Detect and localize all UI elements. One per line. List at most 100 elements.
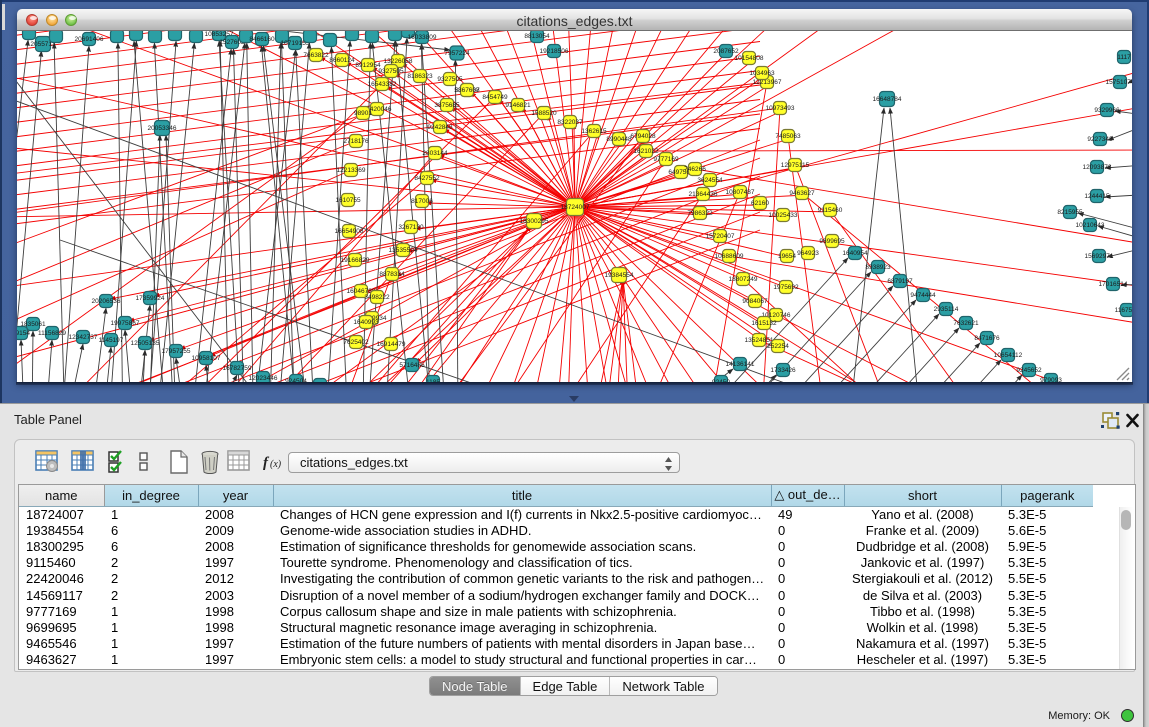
svg-text:9245652: 9245652	[1016, 367, 1042, 374]
svg-text:12213369: 12213369	[337, 167, 366, 174]
svg-text:18724007: 18724007	[561, 204, 590, 211]
svg-text:10210643: 10210643	[1076, 222, 1105, 229]
svg-text:7485063: 7485063	[775, 133, 801, 140]
svg-text:1640954: 1640954	[842, 250, 868, 257]
svg-text:7625402: 7625402	[343, 339, 369, 346]
svg-text:8186323: 8186323	[407, 73, 433, 80]
svg-text:1034963: 1034963	[749, 70, 775, 77]
svg-text:3624554: 3624554	[697, 177, 723, 184]
svg-text:9084067: 9084067	[742, 298, 768, 305]
svg-text:8215955: 8215955	[1057, 209, 1083, 216]
svg-text:8466160: 8466160	[249, 36, 275, 43]
svg-text:17016514: 17016514	[1099, 281, 1128, 288]
svg-text:9329966: 9329966	[1094, 107, 1120, 114]
svg-text:5716485: 5716485	[399, 362, 425, 369]
svg-text:10688609: 10688609	[715, 253, 744, 260]
svg-text:8938923: 8938923	[865, 264, 891, 271]
svg-text:9777169: 9777169	[653, 156, 679, 163]
svg-text:19654: 19654	[778, 253, 796, 260]
svg-text:9146821: 9146821	[505, 102, 531, 109]
svg-text:6794028: 6794028	[630, 133, 656, 140]
svg-text:9474444: 9474444	[910, 292, 936, 299]
svg-text:18300295: 18300295	[520, 218, 549, 225]
svg-text:8990448: 8990448	[606, 136, 632, 143]
svg-text:19384554: 19384554	[605, 272, 634, 279]
svg-text:8471676: 8471676	[974, 335, 1000, 342]
svg-text:8878334: 8878334	[379, 271, 405, 278]
svg-text:11156829: 11156829	[38, 330, 66, 337]
svg-text:39154: 39154	[17, 330, 30, 337]
svg-text:964923: 964923	[797, 250, 819, 257]
svg-text:16033809: 16033809	[408, 34, 437, 41]
svg-text:10958107: 10958107	[192, 355, 221, 362]
svg-text:20053346: 20053346	[148, 125, 177, 132]
svg-text:1733426: 1733426	[770, 367, 796, 374]
svg-text:19975867: 19975867	[111, 320, 140, 327]
svg-text:13535594: 13535594	[389, 247, 418, 254]
svg-text:10807487: 10807487	[726, 189, 755, 196]
svg-text:2087652: 2087652	[713, 48, 739, 55]
svg-text:92450: 92450	[712, 379, 730, 382]
svg-text:1621022: 1621022	[633, 148, 659, 155]
svg-text:8322037: 8322037	[557, 119, 583, 126]
svg-text:15720407: 15720407	[706, 233, 735, 240]
svg-text:12213967: 12213967	[753, 79, 782, 86]
svg-text:16543382: 16543382	[368, 81, 397, 88]
svg-text:10973493: 10973493	[766, 105, 795, 112]
svg-text:1975692: 1975692	[773, 284, 799, 291]
svg-text:2867608: 2867608	[454, 87, 480, 94]
svg-text:20206536: 20206536	[92, 298, 121, 305]
svg-text:62160: 62160	[751, 200, 769, 207]
svg-text:14136141: 14136141	[726, 361, 755, 368]
svg-text:12505135: 12505135	[131, 340, 160, 347]
svg-text:9327505: 9327505	[437, 76, 463, 83]
svg-text:7632621: 7632621	[953, 320, 979, 327]
svg-text:9699695: 9699695	[819, 238, 845, 245]
svg-text:9115460: 9115460	[818, 207, 843, 214]
svg-text:8454749: 8454749	[482, 94, 508, 101]
svg-text:3875685: 3875685	[434, 102, 460, 109]
svg-text:15751074: 15751074	[1106, 79, 1132, 86]
svg-text:979093: 979093	[1040, 377, 1062, 382]
svg-text:3267130: 3267130	[398, 224, 424, 231]
svg-text:15692971: 15692971	[1085, 253, 1114, 260]
svg-text:8912954: 8912954	[355, 62, 381, 69]
svg-text:19218506: 19218506	[540, 48, 569, 55]
svg-text:817006: 817006	[411, 198, 433, 205]
svg-text:746266: 746266	[684, 166, 706, 173]
svg-text:7986322: 7986322	[687, 210, 713, 217]
svg-text:12093873: 12093873	[1083, 164, 1112, 171]
svg-text:924504: 924504	[285, 378, 307, 382]
svg-text:8813054: 8813054	[524, 33, 550, 40]
svg-text:10154808: 10154808	[735, 55, 764, 62]
svg-text:19166829: 19166829	[341, 257, 370, 264]
svg-text:252254: 252254	[767, 343, 789, 350]
svg-text:17359924: 17359924	[136, 295, 165, 302]
svg-text:1167533: 1167533	[1115, 307, 1132, 314]
svg-text:1610755: 1610755	[335, 197, 361, 204]
svg-text:(x): (x)	[270, 459, 282, 470]
svg-text:8660124: 8660124	[329, 57, 355, 64]
svg-text:16654908: 16654908	[335, 228, 364, 235]
svg-text:12975115: 12975115	[781, 162, 810, 169]
svg-text:6879197: 6879197	[887, 278, 913, 285]
svg-text:12342737: 12342737	[69, 334, 98, 341]
svg-text:2718176: 2718176	[343, 138, 369, 145]
svg-text:1588520: 1588520	[531, 110, 557, 117]
svg-text:1145197: 1145197	[99, 337, 124, 344]
svg-text:2803144: 2803144	[422, 150, 448, 157]
svg-text:16782759: 16782759	[223, 365, 252, 372]
svg-text:7957224: 7957224	[444, 50, 470, 57]
svg-text:10654112: 10654112	[994, 352, 1023, 359]
svg-text:16914479: 16914479	[377, 341, 406, 348]
svg-text:1362615: 1362615	[581, 128, 607, 135]
svg-text:17957255: 17957255	[162, 348, 191, 355]
svg-text:1244415: 1244415	[1084, 193, 1110, 200]
svg-text:2935114: 2935114	[934, 306, 959, 313]
svg-text:1640993: 1640993	[353, 319, 379, 326]
svg-text:12023446: 12023446	[249, 375, 278, 382]
svg-text:8427552: 8427552	[414, 175, 440, 182]
svg-text:20691406: 20691406	[75, 36, 104, 43]
svg-text:9463627: 9463627	[789, 190, 815, 197]
svg-text:18807249: 18807249	[729, 276, 758, 283]
